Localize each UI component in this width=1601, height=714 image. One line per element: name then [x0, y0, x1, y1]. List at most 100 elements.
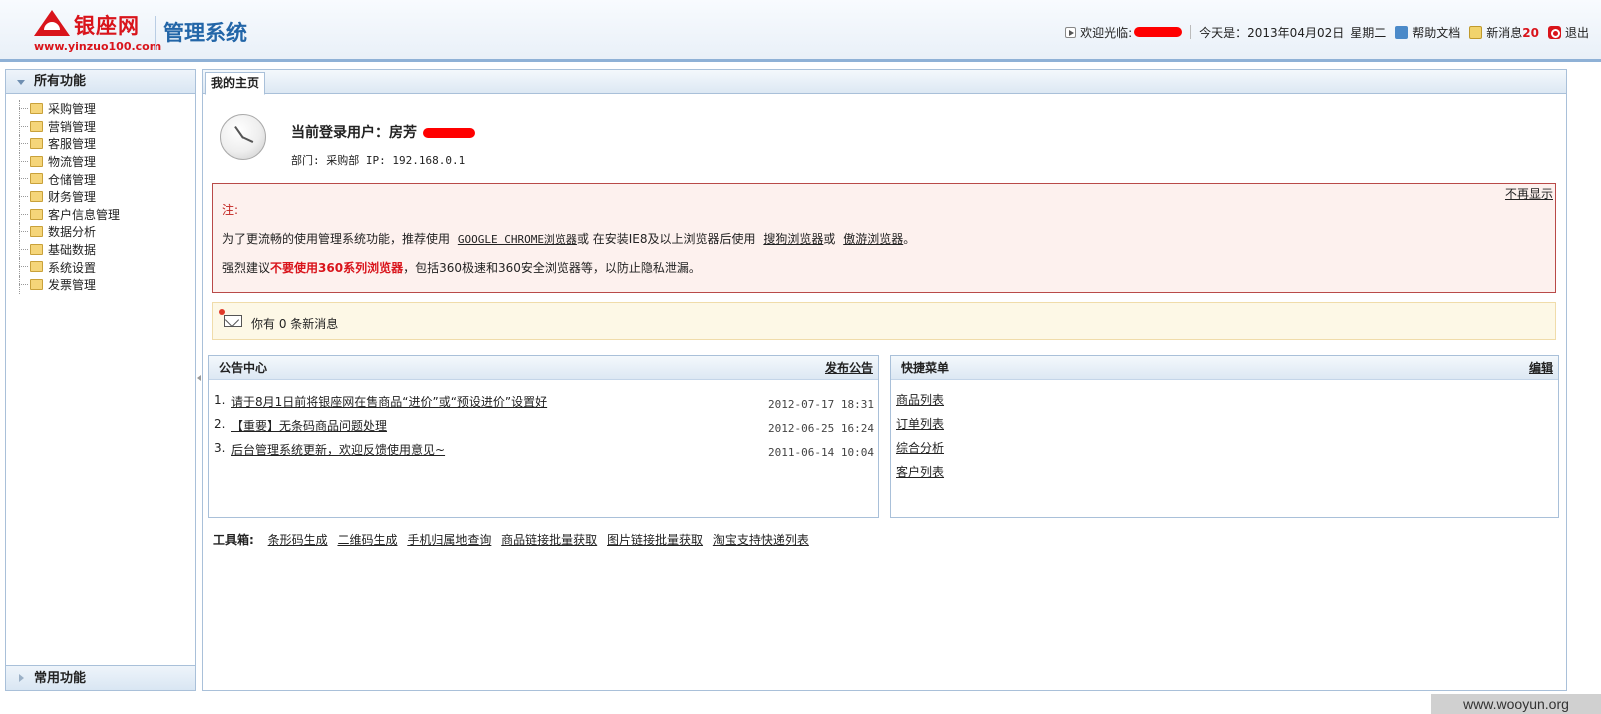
sidebar-item-logistics[interactable]: 物流管理	[16, 152, 195, 171]
sogou-link[interactable]: 搜狗浏览器	[763, 232, 823, 246]
tool-product-links[interactable]: 商品链接批量获取	[501, 533, 597, 547]
sidebar-item-label: 营销管理	[48, 119, 97, 134]
sidebar-item-customer-service[interactable]: 客服管理	[16, 135, 195, 153]
quick-link-orders[interactable]: 订单列表	[896, 415, 944, 432]
new-messages-link[interactable]: 新消息20	[1486, 24, 1539, 41]
list-item: 2. 【重要】无条码商品问题处理 2012-06-25 16:24	[214, 412, 874, 436]
item-number: 2.	[214, 417, 226, 431]
message-icon	[1469, 25, 1483, 39]
folder-icon	[30, 138, 43, 150]
dept-ip: 部门: 采购部 IP: 192.168.0.1	[291, 154, 466, 167]
edit-quick-menu-link[interactable]: 编辑	[1529, 356, 1553, 380]
logo-url: www.yinzuo100.com	[34, 40, 162, 53]
announcement-link[interactable]: 请于8月1日前将银座网在售商品“进价”或“预设进价”设置好	[231, 393, 547, 410]
list-item: 3. 后台管理系统更新，欢迎反馈使用意见~ 2011-06-14 10:04	[214, 436, 874, 460]
page-margin	[1567, 64, 1601, 714]
announcement-title: 公告中心	[219, 361, 268, 375]
chrome-link[interactable]: GOOGLE CHROME浏览器	[458, 233, 577, 246]
sidebar-item-label: 数据分析	[48, 225, 97, 240]
sidebar-item-analytics[interactable]: 数据分析	[16, 223, 195, 241]
main-content: 我的主页 当前登录用户：房芳 部门: 采购部 IP: 192.168.0.1 不…	[202, 69, 1567, 691]
quick-link-products[interactable]: 商品列表	[896, 391, 944, 408]
list-item: 1. 请于8月1日前将银座网在售商品“进价”或“预设进价”设置好 2012-07…	[214, 388, 874, 412]
publish-announcement-link[interactable]: 发布公告	[825, 356, 873, 380]
logout-link[interactable]: 退出	[1565, 24, 1589, 41]
dismiss-notice-link[interactable]: 不再显示	[1505, 185, 1553, 202]
folder-icon	[30, 226, 43, 238]
sidebar-item-marketing[interactable]: 营销管理	[16, 117, 195, 136]
toolbox-label: 工具箱:	[213, 533, 254, 547]
notice-text: 或 在安装IE8及以上浏览器后使用	[576, 232, 756, 246]
folder-icon	[30, 155, 43, 167]
sidebar-item-warehouse[interactable]: 仓储管理	[16, 170, 195, 188]
folder-icon	[30, 173, 43, 185]
tool-qrcode[interactable]: 二维码生成	[337, 533, 397, 547]
maxthon-link[interactable]: 傲游浏览器	[843, 232, 903, 246]
sidebar-item-label: 客服管理	[48, 137, 97, 152]
quick-menu-header: 快捷菜单 编辑	[891, 356, 1558, 380]
announcement-header: 公告中心 发布公告	[209, 356, 878, 380]
announcement-link[interactable]: 后台管理系统更新，欢迎反馈使用意见~	[231, 441, 445, 458]
tool-phone-lookup[interactable]: 手机归属地查询	[407, 533, 491, 547]
current-user: 当前登录用户：房芳	[291, 122, 475, 142]
tab-my-home[interactable]: 我的主页	[205, 72, 266, 95]
redacted-username	[1134, 27, 1183, 37]
tool-image-links[interactable]: 图片链接批量获取	[607, 533, 703, 547]
redacted-user-suffix	[423, 128, 475, 138]
sidebar-item-base-data[interactable]: 基础数据	[16, 240, 195, 259]
notice-text: ，包括360极速和360安全浏览器等，以防止隐私泄漏。	[403, 261, 701, 275]
sidebar-title[interactable]: 所有功能	[6, 70, 195, 94]
folder-icon	[30, 103, 43, 114]
sidebar-item-label: 仓储管理	[48, 172, 97, 187]
watermark: www.wooyun.org	[1431, 694, 1601, 714]
sidebar-footer-common-functions[interactable]: 常用功能	[6, 665, 195, 690]
quick-link-analysis[interactable]: 综合分析	[896, 439, 944, 456]
sidebar-item-customer-info[interactable]: 客户信息管理	[16, 205, 195, 224]
folder-icon	[30, 261, 43, 273]
tab-bar: 我的主页	[203, 70, 1566, 95]
sidebar-item-label: 客户信息管理	[48, 207, 121, 222]
announcement-date: 2011-06-14 10:04	[768, 446, 874, 459]
new-messages-label: 新消息	[1486, 25, 1523, 40]
item-number: 3.	[214, 441, 226, 455]
sidebar-item-settings[interactable]: 系统设置	[16, 258, 195, 276]
top-header: 银座网 www.yinzuo100.com 管理系统 欢迎光临: 今天是：201…	[0, 0, 1601, 62]
sidebar-item-label: 发票管理	[48, 278, 97, 293]
folder-icon	[30, 208, 43, 220]
sidebar-tree: 采购管理 营销管理 客服管理 物流管理 仓储管理 财务管理 客户信息管理 数据分…	[6, 94, 195, 294]
notice-line-browsers: 为了更流畅的使用管理系统功能，推荐使用 GOOGLE CHROME浏览器或 在安…	[222, 230, 915, 247]
toolbox: 工具箱: 条形码生成 二维码生成 手机归属地查询 商品链接批量获取 图片链接批量…	[213, 531, 815, 548]
notice-line-360-warning: 强烈建议不要使用360系列浏览器，包括360极速和360安全浏览器等，以防止隐私…	[222, 259, 701, 276]
notice-text: 或	[823, 232, 836, 246]
message-bar: 你有 0 条新消息	[212, 302, 1556, 340]
logo[interactable]: 银座网 www.yinzuo100.com	[30, 8, 161, 56]
item-number: 1.	[214, 393, 226, 407]
sidebar-item-label: 物流管理	[48, 155, 97, 170]
clock-icon	[220, 114, 266, 160]
sidebar-item-label: 基础数据	[48, 243, 97, 258]
sidebar-item-label: 系统设置	[48, 260, 97, 275]
notice-text: 强烈建议	[222, 261, 271, 275]
logout-icon	[1547, 25, 1561, 39]
quick-link-customers[interactable]: 客户列表	[896, 463, 944, 480]
notice-text: 为了更流畅的使用管理系统功能，推荐使用	[222, 232, 451, 246]
tool-barcode[interactable]: 条形码生成	[268, 533, 328, 547]
folder-icon	[30, 120, 43, 132]
collapse-arrow-icon[interactable]	[197, 375, 201, 381]
tool-taobao-express[interactable]: 淘宝支持快递列表	[713, 533, 809, 547]
sidebar-item-invoice[interactable]: 发票管理	[16, 275, 195, 294]
new-messages-count: 20	[1522, 25, 1539, 40]
sidebar: 所有功能 采购管理 营销管理 客服管理 物流管理 仓储管理 财务管理 客户信息管…	[5, 69, 196, 691]
help-link[interactable]: 帮助文档	[1412, 24, 1460, 41]
notice-warning-strong: 不要使用360系列浏览器	[270, 261, 404, 275]
notice-title: 注:	[222, 203, 239, 217]
folder-icon	[30, 243, 43, 255]
announcement-link[interactable]: 【重要】无条码商品问题处理	[231, 417, 387, 434]
sidebar-item-finance[interactable]: 财务管理	[16, 187, 195, 206]
new-star-icon	[219, 309, 225, 315]
system-name: 管理系统	[155, 16, 247, 50]
quick-menu-panel: 快捷菜单 编辑 商品列表 订单列表 综合分析 客户列表	[890, 355, 1559, 518]
sidebar-item-purchasing[interactable]: 采购管理	[16, 100, 195, 118]
message-count-text: 你有 0 条新消息	[251, 317, 339, 331]
help-icon	[1395, 25, 1409, 39]
